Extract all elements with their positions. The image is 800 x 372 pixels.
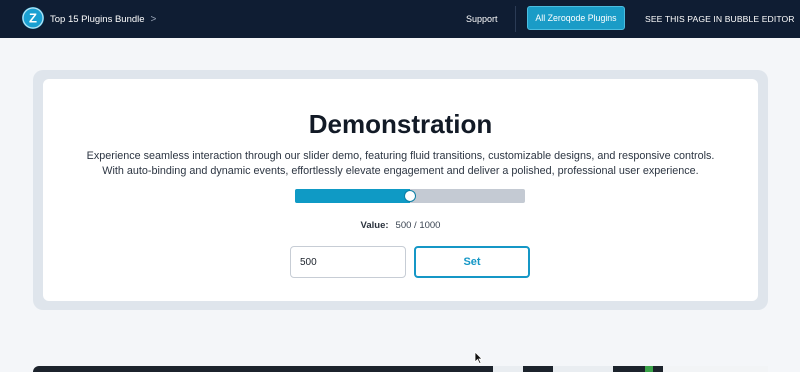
zeroqode-logo-icon[interactable]: Z (22, 7, 44, 29)
slider-fill (295, 189, 410, 203)
media-preview-strip (33, 366, 768, 372)
value-slider[interactable] (295, 189, 525, 203)
nav-divider (515, 6, 516, 32)
description-line-2: With auto-binding and dynamic events, ef… (102, 165, 699, 177)
all-plugins-button[interactable]: All Zeroqode Plugins (527, 6, 625, 30)
media-thumb (663, 366, 768, 372)
demo-description: Experience seamless interaction through … (43, 149, 758, 179)
value-text: 500 / 1000 (395, 220, 441, 231)
top-navigation-bar: Z Top 15 Plugins Bundle > Support All Ze… (0, 0, 800, 38)
demo-card: Demonstration Experience seamless intera… (43, 79, 758, 301)
slider-thumb[interactable] (405, 191, 415, 201)
demo-card-frame: Demonstration Experience seamless intera… (33, 70, 768, 310)
bubble-editor-link[interactable]: SEE THIS PAGE IN BUBBLE EDITOR (645, 0, 795, 38)
bundle-title[interactable]: Top 15 Plugins Bundle (50, 14, 145, 25)
media-thumb (493, 366, 523, 372)
description-line-1: Experience seamless interaction through … (86, 150, 715, 162)
demo-title: Demonstration (308, 109, 493, 139)
logo-letter: Z (29, 11, 37, 26)
media-thumb (553, 366, 613, 372)
breadcrumb[interactable]: Top 15 Plugins Bundle > (50, 0, 156, 38)
mouse-cursor-icon (474, 351, 483, 369)
value-readout: Value: 500 / 1000 (43, 220, 758, 231)
chevron-right-icon: > (150, 13, 157, 25)
media-thumb (645, 366, 653, 372)
value-label: Value: (360, 220, 389, 231)
value-input[interactable] (290, 246, 406, 278)
set-button[interactable]: Set (414, 246, 530, 278)
support-link[interactable]: Support (466, 0, 498, 38)
